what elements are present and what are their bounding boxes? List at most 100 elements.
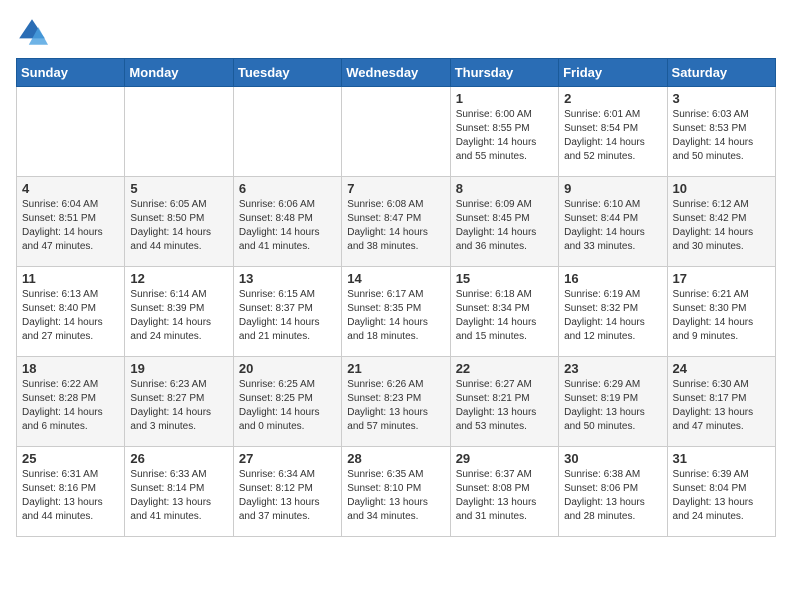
day-info: Sunrise: 6:18 AM Sunset: 8:34 PM Dayligh… <box>456 288 553 344</box>
calendar-cell: 3 Sunrise: 6:03 AM Sunset: 8:53 PM Daylig… <box>667 87 775 177</box>
day-info: Sunrise: 6:09 AM Sunset: 8:45 PM Dayligh… <box>456 198 553 254</box>
weekday-header: Wednesday <box>342 59 450 87</box>
day-info: Sunrise: 6:22 AM Sunset: 8:28 PM Dayligh… <box>22 378 119 434</box>
calendar-cell <box>125 87 233 177</box>
calendar-week-row: 11 Sunrise: 6:13 AM Sunset: 8:40 PM Dayli… <box>17 267 776 357</box>
day-number: 10 <box>673 181 770 196</box>
weekday-header: Tuesday <box>233 59 341 87</box>
calendar-cell: 19 Sunrise: 6:23 AM Sunset: 8:27 PM Dayli… <box>125 357 233 447</box>
day-number: 25 <box>22 451 119 466</box>
day-number: 18 <box>22 361 119 376</box>
logo <box>16 16 52 48</box>
calendar-cell: 10 Sunrise: 6:12 AM Sunset: 8:42 PM Dayli… <box>667 177 775 267</box>
calendar-cell: 2 Sunrise: 6:01 AM Sunset: 8:54 PM Daylig… <box>559 87 667 177</box>
day-info: Sunrise: 6:17 AM Sunset: 8:35 PM Dayligh… <box>347 288 444 344</box>
day-number: 23 <box>564 361 661 376</box>
calendar-week-row: 1Sunrise: 6:00 AM Sunset: 8:55 PM Daylig… <box>17 87 776 177</box>
day-info: Sunrise: 6:33 AM Sunset: 8:14 PM Dayligh… <box>130 468 227 524</box>
day-number: 13 <box>239 271 336 286</box>
calendar-cell: 6 Sunrise: 6:06 AM Sunset: 8:48 PM Daylig… <box>233 177 341 267</box>
weekday-header: Monday <box>125 59 233 87</box>
day-number: 3 <box>673 91 770 106</box>
calendar-cell: 11 Sunrise: 6:13 AM Sunset: 8:40 PM Dayli… <box>17 267 125 357</box>
day-number: 28 <box>347 451 444 466</box>
day-number: 1 <box>456 91 553 106</box>
calendar-cell: 1Sunrise: 6:00 AM Sunset: 8:55 PM Daylig… <box>450 87 558 177</box>
day-info: Sunrise: 6:19 AM Sunset: 8:32 PM Dayligh… <box>564 288 661 344</box>
calendar-cell: 9 Sunrise: 6:10 AM Sunset: 8:44 PM Daylig… <box>559 177 667 267</box>
day-info: Sunrise: 6:04 AM Sunset: 8:51 PM Dayligh… <box>22 198 119 254</box>
calendar-cell: 25Sunrise: 6:31 AM Sunset: 8:16 PM Dayli… <box>17 447 125 537</box>
calendar-cell: 31Sunrise: 6:39 AM Sunset: 8:04 PM Dayli… <box>667 447 775 537</box>
day-number: 8 <box>456 181 553 196</box>
weekday-header: Sunday <box>17 59 125 87</box>
day-number: 19 <box>130 361 227 376</box>
day-number: 7 <box>347 181 444 196</box>
day-number: 16 <box>564 271 661 286</box>
day-info: Sunrise: 6:27 AM Sunset: 8:21 PM Dayligh… <box>456 378 553 434</box>
day-info: Sunrise: 6:25 AM Sunset: 8:25 PM Dayligh… <box>239 378 336 434</box>
day-info: Sunrise: 6:13 AM Sunset: 8:40 PM Dayligh… <box>22 288 119 344</box>
day-info: Sunrise: 6:26 AM Sunset: 8:23 PM Dayligh… <box>347 378 444 434</box>
day-number: 17 <box>673 271 770 286</box>
logo-icon <box>16 16 48 48</box>
calendar-week-row: 4 Sunrise: 6:04 AM Sunset: 8:51 PM Daylig… <box>17 177 776 267</box>
calendar-cell: 30Sunrise: 6:38 AM Sunset: 8:06 PM Dayli… <box>559 447 667 537</box>
day-info: Sunrise: 6:05 AM Sunset: 8:50 PM Dayligh… <box>130 198 227 254</box>
day-number: 11 <box>22 271 119 286</box>
day-number: 29 <box>456 451 553 466</box>
calendar-cell: 7 Sunrise: 6:08 AM Sunset: 8:47 PM Daylig… <box>342 177 450 267</box>
day-number: 4 <box>22 181 119 196</box>
day-info: Sunrise: 6:29 AM Sunset: 8:19 PM Dayligh… <box>564 378 661 434</box>
day-number: 2 <box>564 91 661 106</box>
day-number: 14 <box>347 271 444 286</box>
weekday-header: Thursday <box>450 59 558 87</box>
day-info: Sunrise: 6:39 AM Sunset: 8:04 PM Dayligh… <box>673 468 770 524</box>
page-header <box>16 16 776 48</box>
calendar-cell <box>17 87 125 177</box>
calendar-week-row: 18 Sunrise: 6:22 AM Sunset: 8:28 PM Dayli… <box>17 357 776 447</box>
day-info: Sunrise: 6:12 AM Sunset: 8:42 PM Dayligh… <box>673 198 770 254</box>
day-info: Sunrise: 6:38 AM Sunset: 8:06 PM Dayligh… <box>564 468 661 524</box>
calendar-cell: 4 Sunrise: 6:04 AM Sunset: 8:51 PM Daylig… <box>17 177 125 267</box>
calendar-cell: 13 Sunrise: 6:15 AM Sunset: 8:37 PM Dayli… <box>233 267 341 357</box>
calendar-cell: 21 Sunrise: 6:26 AM Sunset: 8:23 PM Dayli… <box>342 357 450 447</box>
day-info: Sunrise: 6:14 AM Sunset: 8:39 PM Dayligh… <box>130 288 227 344</box>
day-number: 9 <box>564 181 661 196</box>
calendar-cell: 23 Sunrise: 6:29 AM Sunset: 8:19 PM Dayli… <box>559 357 667 447</box>
day-number: 5 <box>130 181 227 196</box>
day-number: 26 <box>130 451 227 466</box>
day-number: 27 <box>239 451 336 466</box>
day-info: Sunrise: 6:03 AM Sunset: 8:53 PM Dayligh… <box>673 108 770 164</box>
day-info: Sunrise: 6:15 AM Sunset: 8:37 PM Dayligh… <box>239 288 336 344</box>
calendar-table: SundayMondayTuesdayWednesdayThursdayFrid… <box>16 58 776 537</box>
calendar-cell: 8 Sunrise: 6:09 AM Sunset: 8:45 PM Daylig… <box>450 177 558 267</box>
calendar-week-row: 25Sunrise: 6:31 AM Sunset: 8:16 PM Dayli… <box>17 447 776 537</box>
day-info: Sunrise: 6:06 AM Sunset: 8:48 PM Dayligh… <box>239 198 336 254</box>
calendar-cell: 27Sunrise: 6:34 AM Sunset: 8:12 PM Dayli… <box>233 447 341 537</box>
day-number: 22 <box>456 361 553 376</box>
calendar-cell: 16 Sunrise: 6:19 AM Sunset: 8:32 PM Dayli… <box>559 267 667 357</box>
weekday-header-row: SundayMondayTuesdayWednesdayThursdayFrid… <box>17 59 776 87</box>
day-info: Sunrise: 6:08 AM Sunset: 8:47 PM Dayligh… <box>347 198 444 254</box>
day-number: 21 <box>347 361 444 376</box>
day-info: Sunrise: 6:21 AM Sunset: 8:30 PM Dayligh… <box>673 288 770 344</box>
weekday-header: Friday <box>559 59 667 87</box>
calendar-cell: 14 Sunrise: 6:17 AM Sunset: 8:35 PM Dayli… <box>342 267 450 357</box>
day-info: Sunrise: 6:23 AM Sunset: 8:27 PM Dayligh… <box>130 378 227 434</box>
calendar-cell <box>233 87 341 177</box>
day-number: 24 <box>673 361 770 376</box>
calendar-cell: 18 Sunrise: 6:22 AM Sunset: 8:28 PM Dayli… <box>17 357 125 447</box>
day-number: 20 <box>239 361 336 376</box>
calendar-cell: 5 Sunrise: 6:05 AM Sunset: 8:50 PM Daylig… <box>125 177 233 267</box>
day-number: 15 <box>456 271 553 286</box>
calendar-cell: 20 Sunrise: 6:25 AM Sunset: 8:25 PM Dayli… <box>233 357 341 447</box>
day-number: 6 <box>239 181 336 196</box>
day-info: Sunrise: 6:10 AM Sunset: 8:44 PM Dayligh… <box>564 198 661 254</box>
calendar-cell: 15 Sunrise: 6:18 AM Sunset: 8:34 PM Dayli… <box>450 267 558 357</box>
calendar-cell: 28Sunrise: 6:35 AM Sunset: 8:10 PM Dayli… <box>342 447 450 537</box>
day-info: Sunrise: 6:01 AM Sunset: 8:54 PM Dayligh… <box>564 108 661 164</box>
weekday-header: Saturday <box>667 59 775 87</box>
calendar-cell: 12Sunrise: 6:14 AM Sunset: 8:39 PM Dayli… <box>125 267 233 357</box>
calendar-cell: 26 Sunrise: 6:33 AM Sunset: 8:14 PM Dayli… <box>125 447 233 537</box>
